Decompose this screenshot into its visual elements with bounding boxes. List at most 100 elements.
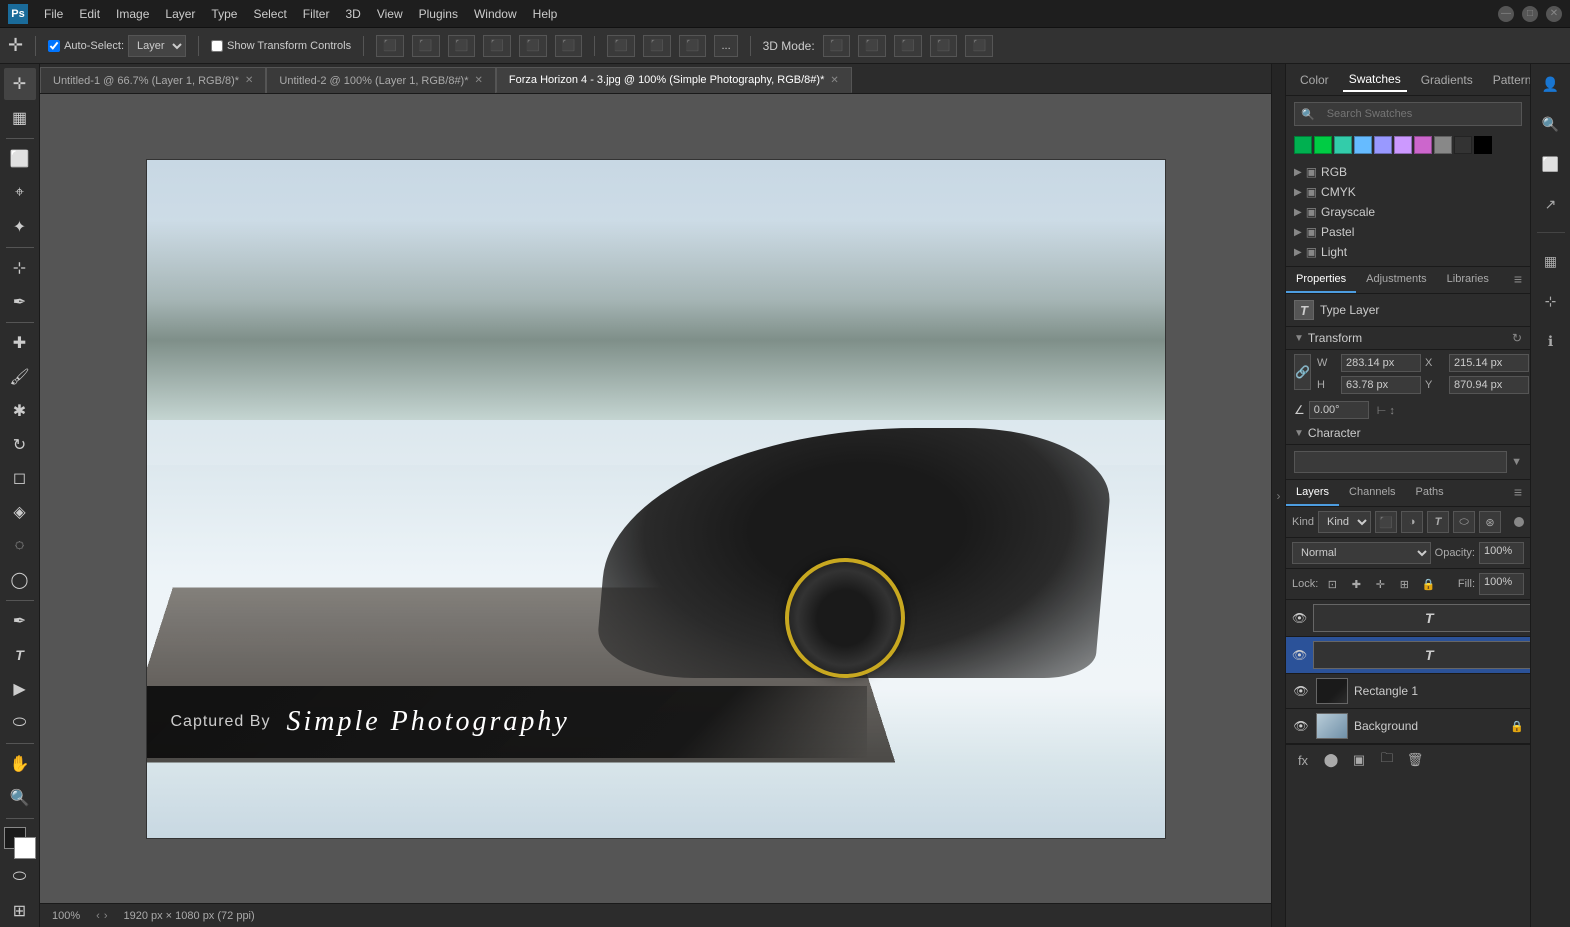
layer-background[interactable]: 👁 Background 🔒 [1286, 709, 1530, 744]
swatch-purple2[interactable] [1394, 136, 1412, 154]
lock-pixels-btn[interactable]: ⊡ [1322, 574, 1342, 594]
transform-reset-icon[interactable]: ↻ [1512, 331, 1522, 345]
layer-bg-vis[interactable]: 👁 [1292, 717, 1310, 735]
maximize-button[interactable]: □ [1522, 6, 1538, 22]
filter-smart-btn[interactable]: ⊛ [1479, 511, 1501, 533]
more-btn[interactable]: ... [714, 35, 737, 57]
scroll-left-btn[interactable]: ‹ [96, 910, 100, 922]
autoselect-select[interactable]: Layer [128, 35, 186, 57]
swatch-green1[interactable] [1294, 136, 1312, 154]
group-grayscale[interactable]: ▶ ▣ Grayscale [1286, 202, 1530, 222]
distribute-v-btn[interactable]: ⬛ [643, 35, 671, 57]
brush-tool[interactable]: 🖌 [4, 361, 36, 393]
menu-layer[interactable]: Layer [165, 7, 195, 21]
lock-artboard-btn[interactable]: ⊞ [1394, 574, 1414, 594]
new-layer-btn[interactable]: 🗀 [1376, 749, 1398, 771]
angle-value[interactable]: 0.00° [1309, 401, 1369, 419]
menu-file[interactable]: File [44, 7, 63, 21]
fg-bg-colors[interactable] [4, 827, 36, 859]
swatch-black[interactable] [1474, 136, 1492, 154]
bg-color[interactable] [14, 837, 36, 859]
layers-panel-menu[interactable]: ≡ [1506, 480, 1530, 506]
swatch-pink[interactable] [1414, 136, 1432, 154]
healing-tool[interactable]: ✚ [4, 327, 36, 359]
add-fx-btn[interactable]: fx [1292, 749, 1314, 771]
w-value[interactable]: 283.14 px [1341, 354, 1421, 372]
menu-edit[interactable]: Edit [79, 7, 100, 21]
menu-3d[interactable]: 3D [345, 7, 360, 21]
transform-section-header[interactable]: ▼ Transform ↻ [1286, 327, 1530, 350]
autoselect-checkbox[interactable] [48, 40, 60, 52]
panel-icon-share[interactable]: ↗ [1535, 188, 1567, 220]
artboard-tool[interactable]: ▦ [4, 102, 36, 134]
prop-tab-adjustments[interactable]: Adjustments [1356, 267, 1437, 293]
3d-mode-btn3[interactable]: ⬛ [894, 35, 922, 57]
fill-value[interactable]: 100% [1479, 573, 1524, 595]
distribute-h-btn[interactable]: ⬛ [607, 35, 635, 57]
layer-rect-vis[interactable]: 👁 [1292, 682, 1310, 700]
layer-rectangle1[interactable]: 👁 Rectangle 1 [1286, 674, 1530, 709]
3d-mode-btn4[interactable]: ⬛ [930, 35, 958, 57]
layers-tab-paths[interactable]: Paths [1406, 480, 1454, 506]
swatch-purple1[interactable] [1374, 136, 1392, 154]
swatch-dark[interactable] [1454, 136, 1472, 154]
panel-icon-person[interactable]: 👤 [1535, 68, 1567, 100]
move-tool[interactable]: ✛ [4, 68, 36, 100]
tab-swatches[interactable]: Swatches [1343, 68, 1407, 92]
menu-select[interactable]: Select [253, 7, 286, 21]
minimize-button[interactable]: — [1498, 6, 1514, 22]
scroll-right-btn[interactable]: › [104, 910, 108, 922]
group-rgb[interactable]: ▶ ▣ RGB [1286, 162, 1530, 182]
tab-patterns[interactable]: Patterns [1487, 69, 1530, 91]
menu-filter[interactable]: Filter [303, 7, 330, 21]
layers-kind-select[interactable]: Kind [1318, 511, 1371, 533]
align-center-btn[interactable]: ⬛ [412, 35, 440, 57]
delete-layer-btn[interactable]: 🗑 [1404, 749, 1426, 771]
filter-type-btn[interactable]: T [1427, 511, 1449, 533]
quick-select-tool[interactable]: ✦ [4, 211, 36, 243]
3d-mode-btn1[interactable]: ⬛ [823, 35, 851, 57]
group-pastel[interactable]: ▶ ▣ Pastel [1286, 222, 1530, 242]
add-mask-btn[interactable]: ⬤ [1320, 749, 1342, 771]
opacity-value[interactable]: 100% [1479, 542, 1524, 564]
tab-gradients[interactable]: Gradients [1415, 69, 1479, 91]
group-cmyk[interactable]: ▶ ▣ CMYK [1286, 182, 1530, 202]
panel-icon-window[interactable]: ⬜ [1535, 148, 1567, 180]
history-tool[interactable]: ↻ [4, 429, 36, 461]
layer-captured-by[interactable]: 👁 T Captured By [1286, 600, 1530, 637]
properties-panel-menu[interactable]: ≡ [1506, 267, 1530, 293]
lock-image-btn[interactable]: ✚ [1346, 574, 1366, 594]
tab-color[interactable]: Color [1294, 69, 1335, 91]
swatches-search-input[interactable] [1321, 108, 1521, 120]
align-left-btn[interactable]: ⬛ [376, 35, 404, 57]
3d-mode-btn2[interactable]: ⬛ [858, 35, 886, 57]
character-section-header[interactable]: ▼ Character [1286, 422, 1530, 445]
gradient-tool[interactable]: ◈ [4, 496, 36, 528]
character-font-field[interactable] [1294, 451, 1507, 473]
align-top-btn[interactable]: ⬛ [483, 35, 511, 57]
tab-untitled1-close[interactable]: ✕ [245, 75, 253, 86]
close-button[interactable]: ✕ [1546, 6, 1562, 22]
swatch-gray[interactable] [1434, 136, 1452, 154]
layer-simple-vis[interactable]: 👁 [1292, 646, 1307, 664]
menu-plugins[interactable]: Plugins [419, 7, 458, 21]
align-right-btn[interactable]: ⬛ [448, 35, 476, 57]
layers-tab-channels[interactable]: Channels [1339, 480, 1405, 506]
layer-captured-vis[interactable]: 👁 [1292, 609, 1307, 627]
swatch-teal[interactable] [1334, 136, 1352, 154]
shape-tool[interactable]: ⬭ [4, 707, 36, 739]
dodge-tool[interactable]: ◯ [4, 564, 36, 596]
filter-adjust-btn[interactable]: ◑ [1401, 511, 1423, 533]
panel-icon-info[interactable]: ℹ [1535, 325, 1567, 357]
filter-shape-btn[interactable]: ⬭ [1453, 511, 1475, 533]
eyedropper-tool[interactable]: ✒ [4, 286, 36, 318]
move-tool-icon[interactable]: ✛ [8, 35, 23, 56]
panel-icon-search[interactable]: 🔍 [1535, 108, 1567, 140]
h-value[interactable]: 63.78 px [1341, 376, 1421, 394]
lasso-tool[interactable]: ⌖ [4, 177, 36, 209]
link-dimensions-btn[interactable]: 🔗 [1294, 354, 1311, 390]
menu-help[interactable]: Help [533, 7, 558, 21]
quick-mask-tool[interactable]: ⬭ [4, 861, 36, 893]
marquee-tool[interactable]: ⬜ [4, 143, 36, 175]
menu-image[interactable]: Image [116, 7, 149, 21]
